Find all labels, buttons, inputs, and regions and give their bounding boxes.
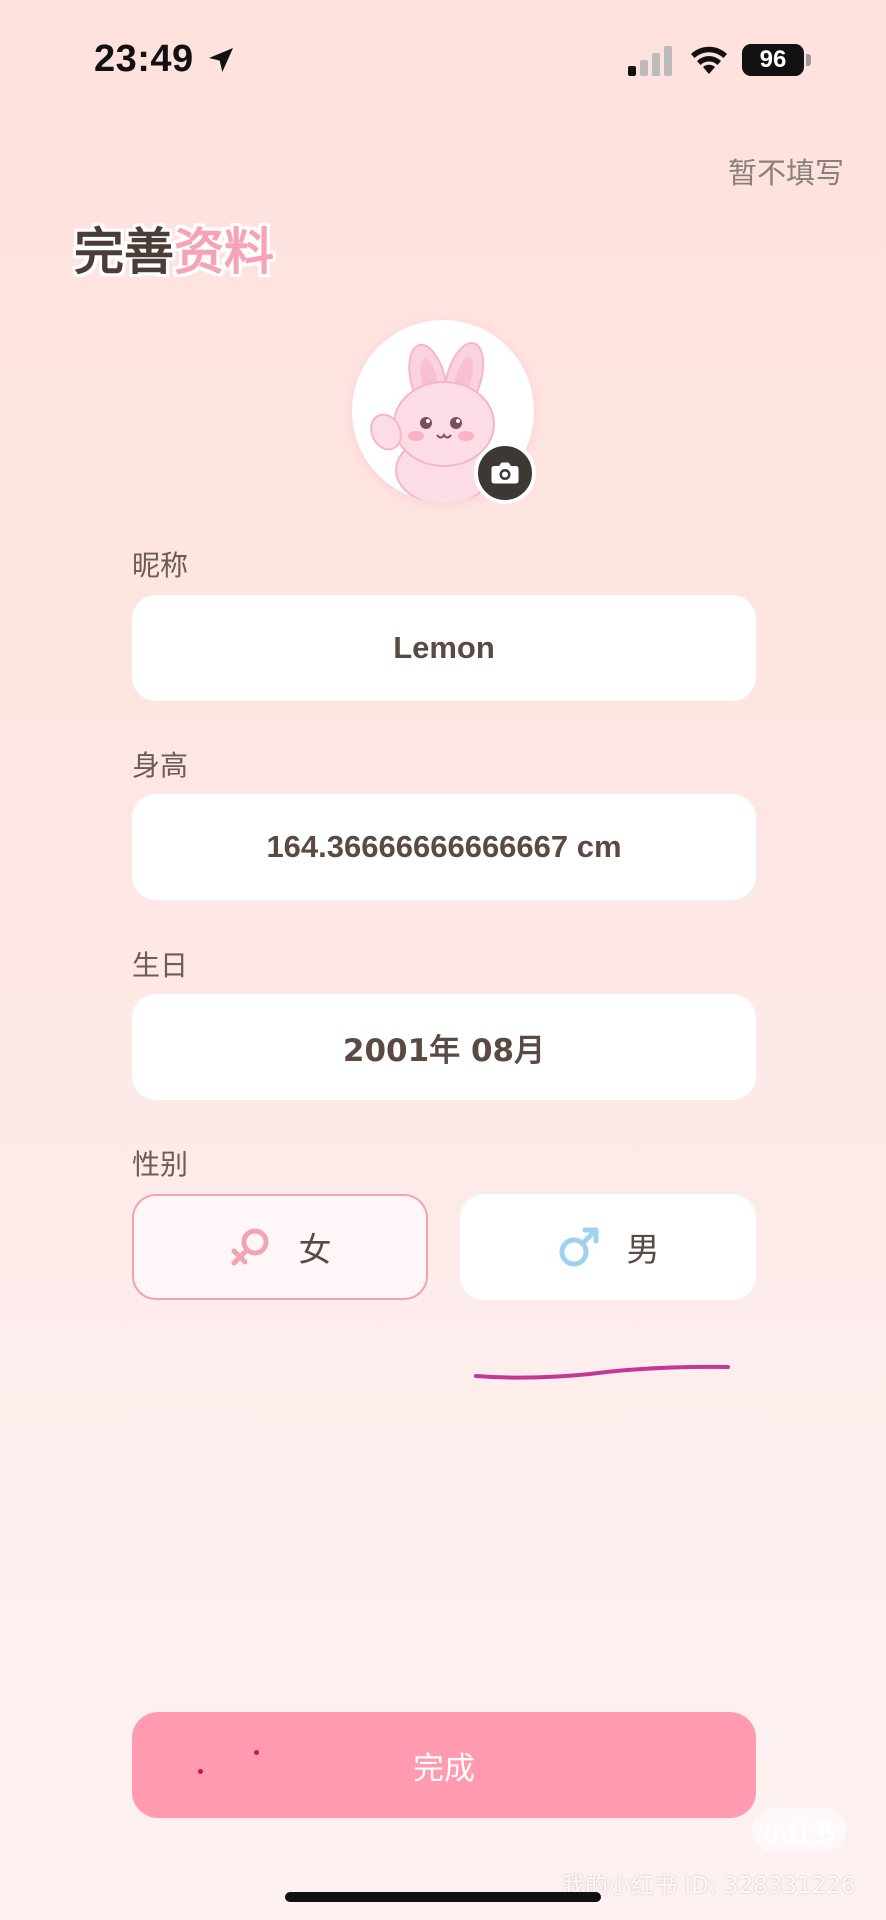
battery-cap <box>806 54 811 66</box>
battery-indicator: 96 <box>742 44 812 76</box>
done-button-label: 完成 <box>413 1750 475 1787</box>
scribble-mark <box>474 1364 730 1380</box>
birthday-field[interactable]: 2001年 08月 <box>132 994 756 1100</box>
avatar-picker[interactable] <box>352 320 536 504</box>
scribble-dot <box>254 1750 259 1755</box>
cellular-signal-icon <box>628 46 672 76</box>
wifi-icon <box>691 46 727 74</box>
height-label: 身高 <box>132 749 189 782</box>
gender-option-male[interactable]: 男 <box>460 1194 756 1300</box>
female-symbol-icon <box>231 1228 268 1266</box>
page-title-part1: 完善 <box>74 223 174 281</box>
location-arrow-icon <box>209 48 233 72</box>
gender-male-label: 男 <box>626 1230 660 1269</box>
scribble-dot <box>198 1769 203 1774</box>
gender-option-female[interactable]: 女 <box>132 1194 428 1300</box>
height-value: 164.36666666666667 cm <box>266 829 622 864</box>
birthday-label: 生日 <box>132 949 189 982</box>
status-bar: 23:49 96 <box>0 0 886 120</box>
nickname-field[interactable]: Lemon <box>132 595 756 701</box>
birthday-value: 2001年 08月 <box>342 1032 546 1069</box>
home-indicator[interactable] <box>285 1892 601 1902</box>
page-title: 完善资料 <box>74 212 274 284</box>
nickname-label: 昵称 <box>132 549 189 582</box>
done-button[interactable]: 完成 <box>132 1712 756 1818</box>
skip-button[interactable]: 暂不填写 <box>728 150 844 192</box>
nickname-value: Lemon <box>393 630 495 665</box>
battery-level: 96 <box>742 44 804 76</box>
gender-label: 性别 <box>132 1148 189 1181</box>
page-title-part2: 资料 <box>174 223 274 281</box>
watermark-logo: 小红书 <box>752 1808 846 1852</box>
gender-female-label: 女 <box>298 1230 332 1269</box>
male-symbol-icon <box>559 1227 598 1267</box>
height-field[interactable]: 164.36666666666667 cm <box>132 794 756 900</box>
watermark-text: 我的小红书 ID: 328331226 <box>562 1873 856 1899</box>
camera-icon[interactable] <box>474 442 536 504</box>
status-time: 23:49 <box>94 38 194 80</box>
